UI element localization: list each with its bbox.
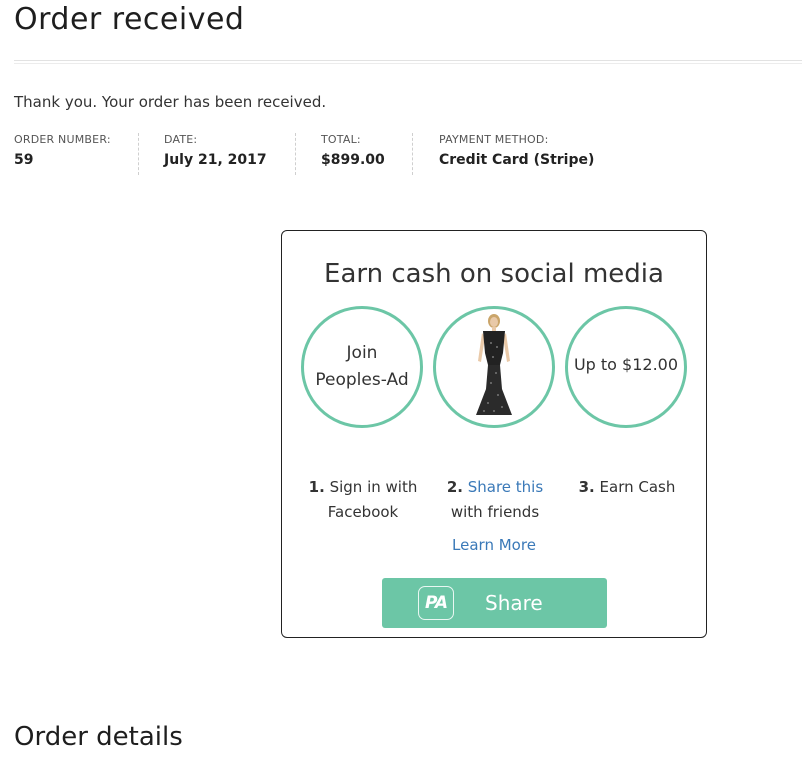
dress-image <box>476 314 512 415</box>
step-sign-in: 1. Sign in with Facebook <box>298 475 428 525</box>
join-circle[interactable]: Join Peoples-Ad <box>301 306 423 428</box>
overview-divider <box>295 133 296 175</box>
join-line-2: Peoples-Ad <box>315 370 409 390</box>
order-date: DATE: July 21, 2017 <box>164 133 267 175</box>
learn-more-link[interactable]: Learn More <box>282 536 706 554</box>
step-number: 1. <box>308 478 325 496</box>
step-number: 2. <box>446 478 463 496</box>
thank-you-message: Thank you. Your order has been received. <box>14 93 327 111</box>
payment-method-value: Credit Card (Stripe) <box>439 152 595 168</box>
step-text: Earn Cash <box>599 478 676 496</box>
order-number-value: 59 <box>14 152 34 168</box>
overview-divider <box>412 133 413 175</box>
order-date-label: DATE: <box>164 133 198 146</box>
step-text: Sign in with <box>329 478 418 496</box>
share-this-link[interactable]: Share this <box>468 478 543 496</box>
page-title: Order received <box>14 2 245 37</box>
order-number-label: ORDER NUMBER: <box>14 133 111 146</box>
step-share: 2. Share this with friends <box>430 475 560 525</box>
overview-divider <box>138 133 139 175</box>
peoples-ad-widget: Earn cash on social media Join Peoples-A… <box>281 230 707 638</box>
earn-amount: Up to $12.00 <box>573 354 679 374</box>
step-text: with friends <box>450 503 540 521</box>
payment-method: PAYMENT METHOD: Credit Card (Stripe) <box>439 133 594 175</box>
step-earn-cash: 3. Earn Cash <box>562 475 692 500</box>
share-button-label: Share <box>485 591 543 615</box>
step-text: Facebook <box>327 503 399 521</box>
order-number: ORDER NUMBER: 59 <box>14 133 111 175</box>
join-line-1: Join <box>346 343 378 363</box>
order-total-value: $899.00 <box>321 152 385 168</box>
order-details-heading: Order details <box>14 722 183 752</box>
payment-method-label: PAYMENT METHOD: <box>439 133 549 146</box>
peoples-ad-logo-icon: PA <box>418 586 454 620</box>
product-image-circle <box>433 306 555 428</box>
title-divider <box>14 60 802 64</box>
earn-amount-circle: Up to $12.00 <box>565 306 687 428</box>
order-total-label: TOTAL: <box>321 133 361 146</box>
order-date-value: July 21, 2017 <box>164 152 267 168</box>
order-total: TOTAL: $899.00 <box>321 133 385 175</box>
widget-title: Earn cash on social media <box>324 259 664 289</box>
share-button[interactable]: PA Share <box>382 578 607 628</box>
step-number: 3. <box>578 478 595 496</box>
